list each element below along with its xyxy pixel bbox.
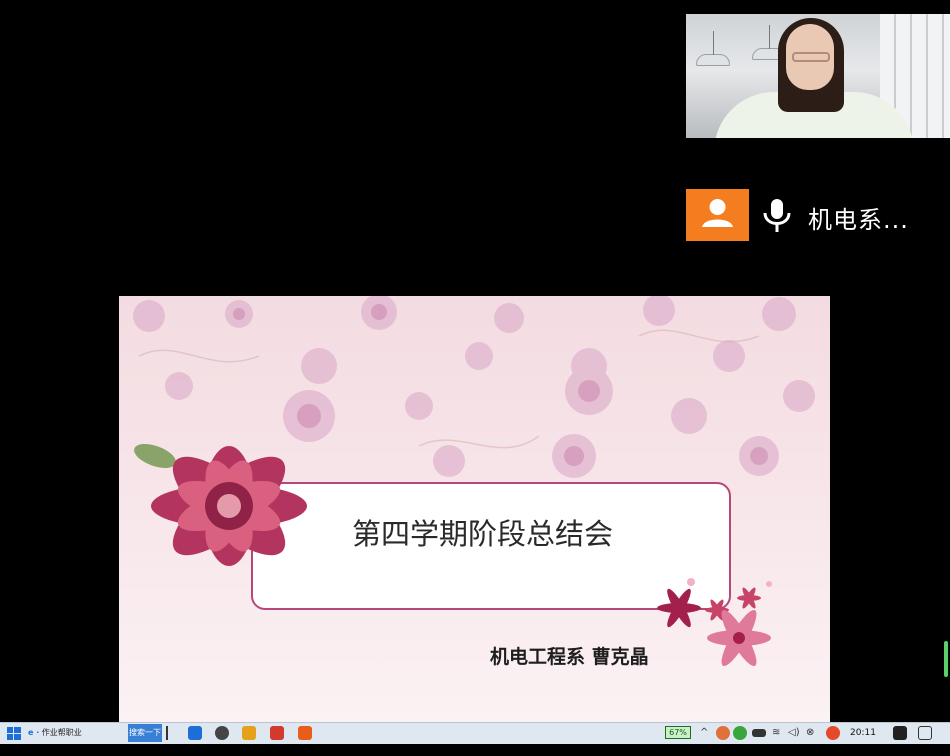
browser-icon: e · xyxy=(28,728,40,737)
tray-app-icon[interactable] xyxy=(716,726,730,740)
bottom-strip xyxy=(0,744,950,756)
shared-slide[interactable]: 第四学期阶段总结会 机电工程系 曹克晶 xyxy=(119,296,830,722)
close-circle-icon[interactable]: ⊗ xyxy=(806,726,814,744)
slide-title: 第四学期阶段总结会 xyxy=(352,517,614,551)
notification-app-icon[interactable] xyxy=(893,726,907,740)
participant-video-tile[interactable] xyxy=(686,14,950,138)
slide-author: 机电工程系 曹克晶 xyxy=(490,646,649,668)
action-center-icon[interactable] xyxy=(918,726,932,740)
document-app-icon[interactable] xyxy=(298,726,312,740)
ceiling-lamp xyxy=(696,31,730,66)
chevron-up-icon[interactable]: ^ xyxy=(700,726,708,744)
tray-security-icon[interactable] xyxy=(733,726,747,740)
input-method-icon[interactable] xyxy=(826,726,840,740)
keyboard-icon[interactable] xyxy=(752,729,766,737)
taskbar-app-homework[interactable]: e · 作业帮职业 xyxy=(28,724,122,742)
folder-icon[interactable] xyxy=(242,726,256,740)
peony-flower-icon xyxy=(134,443,307,566)
small-flowers-icon xyxy=(657,578,772,666)
clock[interactable]: 20:11 xyxy=(850,724,880,742)
person-glasses xyxy=(792,52,830,62)
windows-start-icon[interactable] xyxy=(6,724,22,742)
microphone-icon[interactable] xyxy=(760,197,794,235)
participant-avatar[interactable] xyxy=(686,189,749,241)
participant-name: 机电系... xyxy=(808,206,909,234)
wifi-icon[interactable]: ≋ xyxy=(772,726,780,744)
speaker-icon[interactable]: ◁) xyxy=(788,726,800,744)
meeting-app-icon[interactable] xyxy=(188,726,202,740)
battery-indicator[interactable]: 67% xyxy=(665,726,691,739)
search-button[interactable]: 搜索一下 xyxy=(128,724,162,742)
taskbar-app-label: 作业帮职业 xyxy=(41,728,82,737)
wps-icon[interactable] xyxy=(270,726,284,740)
camera-app-icon[interactable] xyxy=(215,726,229,740)
volume-indicator xyxy=(944,641,948,677)
taskbar-divider xyxy=(166,726,168,740)
person-icon xyxy=(702,199,733,227)
